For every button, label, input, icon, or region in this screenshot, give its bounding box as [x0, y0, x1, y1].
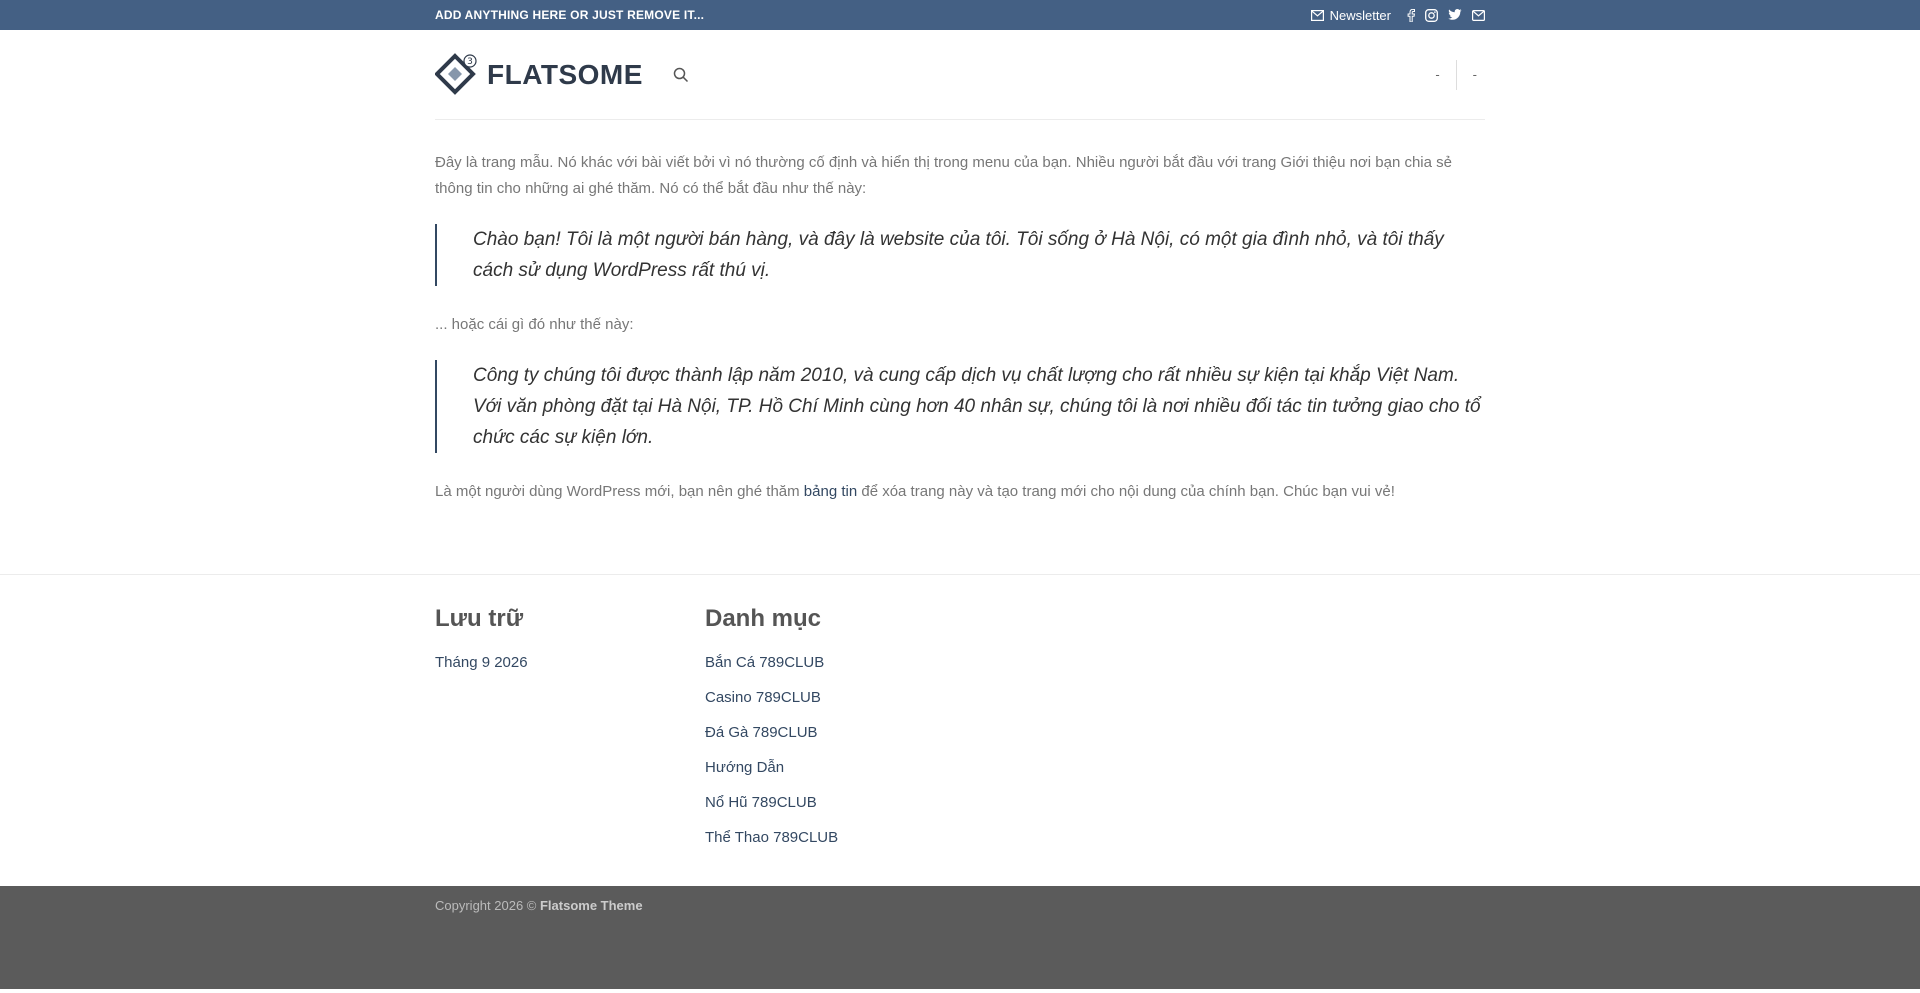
closing-text-after: để xóa trang này và tạo trang mới cho nộ…	[857, 483, 1395, 500]
copyright: Copyright 2026 © Flatsome Theme	[435, 886, 1485, 913]
quote-2: Công ty chúng tôi được thành lập năm 201…	[435, 360, 1485, 453]
header-nav-item-2[interactable]: -	[1465, 67, 1485, 82]
category-item[interactable]: Hướng Dẫn	[705, 750, 975, 785]
category-item[interactable]: Đá Gà 789CLUB	[705, 715, 975, 750]
topbar-right: Newsletter	[1310, 7, 1485, 23]
absolute-footer: Copyright 2026 © Flatsome Theme	[0, 886, 1920, 989]
intro-paragraph: Đây là trang mẫu. Nó khác với bài viết b…	[435, 154, 1452, 197]
header-nav: - -	[1427, 59, 1485, 90]
logo-text: FLATSOME	[487, 58, 643, 90]
archive-item[interactable]: Tháng 9 2026	[435, 645, 705, 680]
search-icon[interactable]	[673, 67, 689, 83]
dashboard-link[interactable]: bảng tin	[804, 483, 857, 500]
topbar-message: ADD ANYTHING HERE OR JUST REMOVE IT...	[435, 8, 705, 22]
page-content: Đây là trang mẫu. Nó khác với bài viết b…	[0, 120, 1920, 505]
category-item[interactable]: Casino 789CLUB	[705, 680, 975, 715]
site-logo[interactable]: 3 FLATSOME	[435, 52, 643, 97]
site-header: 3 FLATSOME - -	[0, 30, 1920, 120]
category-item[interactable]: Nổ Hũ 789CLUB	[705, 785, 975, 820]
category-widget: Danh mục Bắn Cá 789CLUB Casino 789CLUB Đ…	[705, 605, 975, 855]
archive-list: Tháng 9 2026	[435, 645, 705, 680]
header-nav-item-1[interactable]: -	[1427, 67, 1447, 82]
logo-badge: 3	[467, 57, 473, 67]
copyright-brand[interactable]: Flatsome Theme	[540, 898, 643, 913]
category-item[interactable]: Bắn Cá 789CLUB	[705, 645, 975, 680]
category-title: Danh mục	[705, 605, 822, 632]
envelope-icon	[1310, 9, 1324, 21]
newsletter-link[interactable]: Newsletter	[1310, 7, 1391, 23]
email-icon[interactable]	[1472, 9, 1485, 21]
logo-mark-icon: 3	[435, 52, 479, 97]
header-divider	[1455, 59, 1457, 90]
category-list: Bắn Cá 789CLUB Casino 789CLUB Đá Gà 789C…	[705, 645, 975, 855]
quote-1: Chào bạn! Tôi là một người bán hàng, và …	[435, 224, 1485, 286]
newsletter-label: Newsletter	[1329, 7, 1391, 23]
facebook-icon[interactable]	[1407, 8, 1415, 22]
category-item[interactable]: Thể Thao 789CLUB	[705, 820, 975, 855]
closing-text-before: Là một người dùng WordPress mới, bạn nên…	[435, 483, 804, 500]
closing-paragraph: Là một người dùng WordPress mới, bạn nên…	[435, 479, 1485, 505]
instagram-icon[interactable]	[1425, 8, 1438, 22]
middle-paragraph: ... hoặc cái gì đó như thế này:	[435, 316, 634, 333]
copyright-prefix: Copyright 2026 ©	[435, 898, 540, 913]
footer-widgets: Lưu trữ Tháng 9 2026 Danh mục Bắn Cá 789…	[0, 574, 1920, 886]
twitter-icon[interactable]	[1448, 9, 1462, 21]
archive-title: Lưu trữ	[435, 605, 524, 632]
archive-widget: Lưu trữ Tháng 9 2026	[435, 605, 705, 855]
top-bar: ADD ANYTHING HERE OR JUST REMOVE IT... N…	[0, 0, 1920, 30]
